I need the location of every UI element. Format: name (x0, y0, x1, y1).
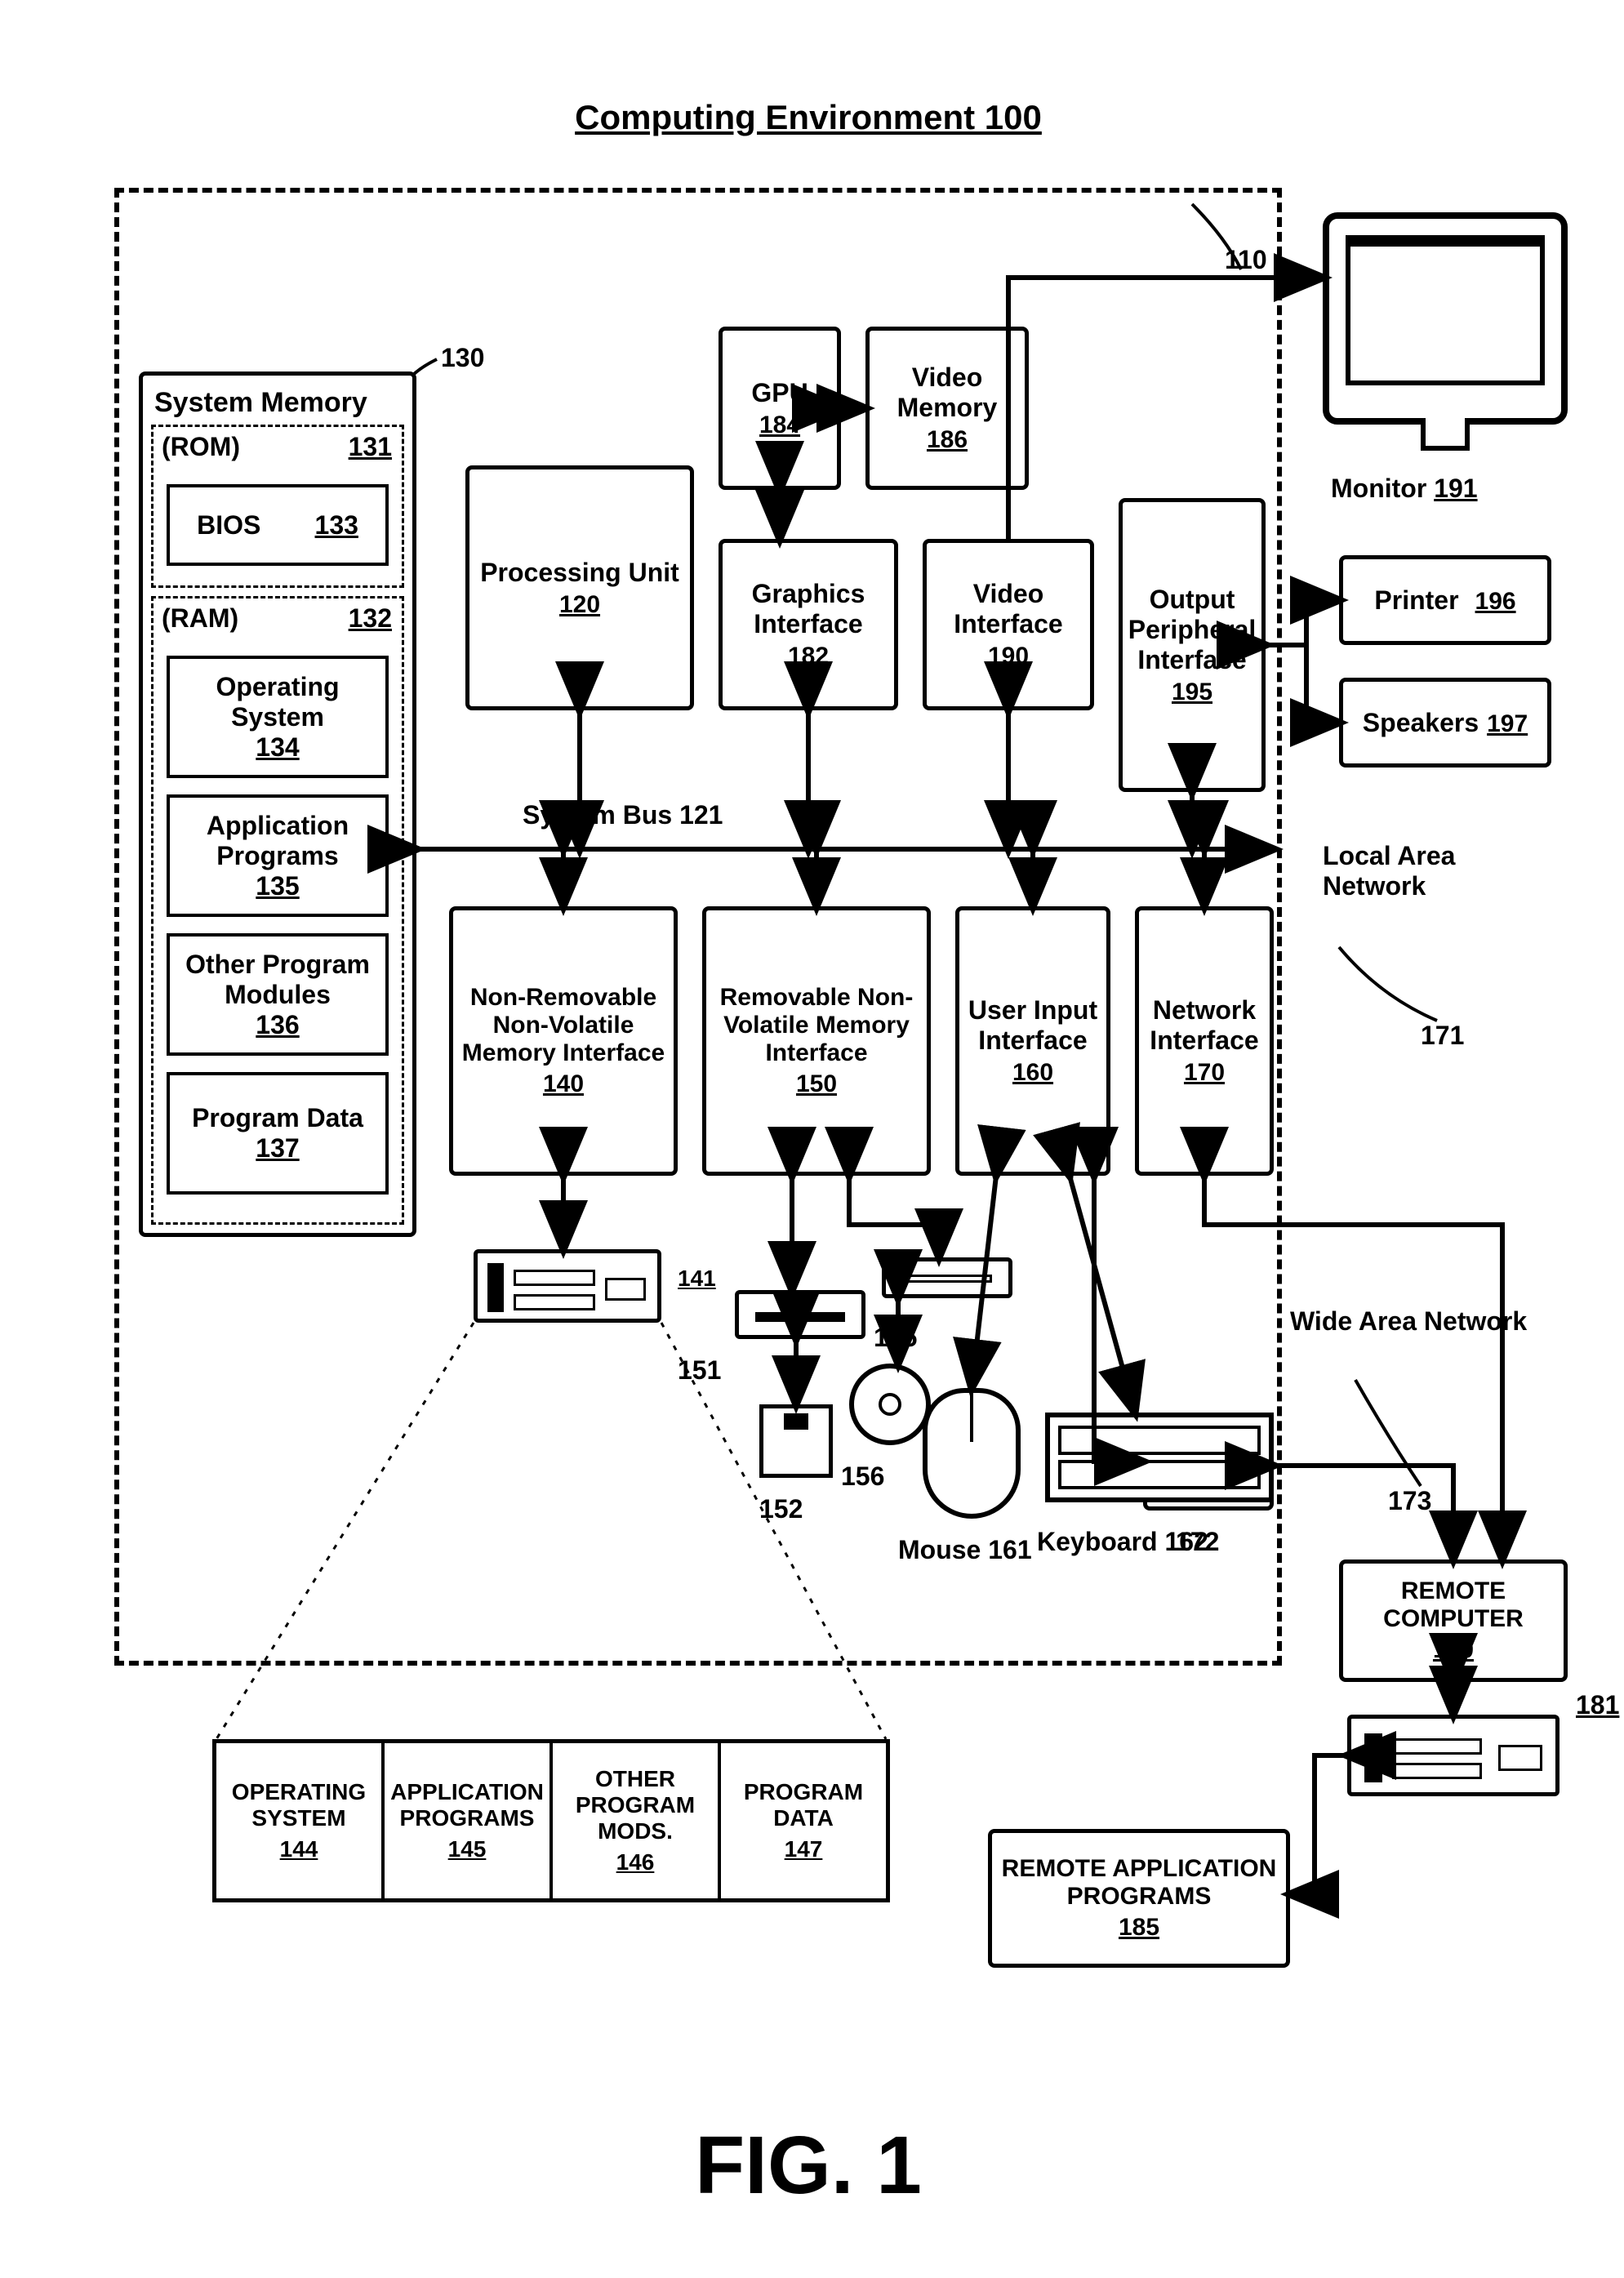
system-memory: System Memory (ROM) 131 BIOS 133 (RAM) 1… (139, 372, 416, 1237)
monitor-label: Monitor 191 (1331, 474, 1478, 504)
processing-unit: Processing Unit 120 (465, 465, 694, 710)
diagram-root: Computing Environment 100 110 System Mem… (33, 33, 1584, 2237)
lan-ref: 171 (1421, 1021, 1464, 1051)
removable-nv: Removable Non-Volatile Memory Interface … (702, 906, 931, 1176)
ram-ref: 132 (349, 603, 392, 634)
os-ref: 134 (256, 732, 299, 763)
hdd (474, 1249, 661, 1323)
hdd-apps: APPLICATION PROGRAMS 145 (385, 1743, 553, 1898)
os-label: Operating System (170, 672, 385, 732)
printer-ref: 196 (1475, 588, 1516, 616)
rom-region: (ROM) 131 BIOS 133 (151, 425, 404, 588)
video-memory: Video Memory 186 (865, 327, 1029, 490)
nonremovable-label: Non-Removable Non-Volatile Memory Interf… (460, 984, 667, 1067)
gpu-ref: 184 (759, 412, 800, 439)
hdd-contents: OPERATING SYSTEM 144 APPLICATION PROGRAM… (212, 1739, 890, 1902)
user-input-interface: User Input Interface 160 (955, 906, 1110, 1176)
monitor-icon (1323, 212, 1568, 425)
remote-apps-label: REMOTE APPLICATION PROGRAMS (999, 1855, 1279, 1911)
floppy-drive-ref: 151 (678, 1355, 721, 1386)
keyboard-icon (1045, 1413, 1274, 1502)
video-interface: Video Interface 190 (923, 539, 1094, 710)
opi-ref: 195 (1172, 679, 1212, 706)
keyboard-label: Keyboard 162 (1037, 1527, 1208, 1557)
remote-hw (1347, 1715, 1559, 1796)
net-label: Network Interface (1146, 995, 1263, 1056)
hdd-ref: 141 (678, 1266, 716, 1292)
remote-computer-label: REMOTE COMPUTER (1350, 1577, 1557, 1633)
floppy-disk-ref: 152 (759, 1494, 803, 1524)
disc-ref: 156 (841, 1462, 884, 1492)
printer: Printer 196 (1339, 555, 1551, 645)
mouse-label: Mouse 161 (898, 1535, 1032, 1565)
figure-caption: FIG. 1 (695, 2119, 922, 2213)
optical-drive (882, 1257, 1012, 1298)
hdd-mods: OTHER PROGRAM MODS. 146 (553, 1743, 721, 1898)
graphics-interface-ref: 182 (788, 643, 829, 670)
mods-box: Other Program Modules 136 (167, 933, 389, 1056)
remote-computer-ref: 180 (1433, 1636, 1474, 1664)
uii-ref: 160 (1012, 1059, 1053, 1087)
removable-ref: 150 (796, 1070, 837, 1098)
output-peripheral-interface: Output Peripheral Interface 195 (1119, 498, 1266, 792)
mods-ref: 136 (256, 1010, 299, 1040)
graphics-interface-label: Graphics Interface (729, 579, 888, 639)
mouse-icon (923, 1388, 1021, 1519)
os-box: Operating System 134 (167, 656, 389, 778)
apps-box: Application Programs 135 (167, 794, 389, 917)
processing-unit-label: Processing Unit (480, 558, 679, 588)
data-ref: 137 (256, 1133, 299, 1163)
printer-label: Printer (1374, 585, 1458, 616)
remote-hw-ref: 181 (1576, 1690, 1619, 1720)
data-box: Program Data 137 (167, 1072, 389, 1195)
speakers: Speakers 197 (1339, 678, 1551, 767)
hdd-data: PROGRAM DATA 147 (721, 1743, 886, 1898)
optical-drive-ref: 155 (874, 1323, 917, 1353)
uii-label: User Input Interface (966, 995, 1100, 1056)
apps-label: Application Programs (170, 811, 385, 871)
gpu-label: GPU (751, 378, 808, 408)
sysmem-ref: 130 (441, 343, 484, 373)
hdd-os: OPERATING SYSTEM 144 (216, 1743, 385, 1898)
video-memory-label: Video Memory (876, 363, 1018, 423)
video-memory-ref: 186 (927, 426, 968, 454)
cd-icon (849, 1364, 931, 1445)
opi-label: Output Peripheral Interface (1128, 585, 1257, 675)
speakers-ref: 197 (1487, 710, 1528, 738)
network-interface: Network Interface 170 (1135, 906, 1274, 1176)
system-memory-label: System Memory (154, 387, 401, 419)
speakers-label: Speakers (1363, 708, 1479, 738)
mods-label: Other Program Modules (170, 950, 385, 1010)
floppy-drive (735, 1290, 865, 1339)
bios-label: BIOS (197, 510, 260, 541)
bios-ref: 133 (315, 510, 358, 541)
remote-apps-ref: 185 (1119, 1914, 1159, 1942)
video-interface-ref: 190 (988, 643, 1029, 670)
rom-label: (ROM) (162, 432, 240, 462)
wan-label: Wide Area Network (1290, 1306, 1551, 1337)
wan-ref: 173 (1388, 1486, 1431, 1516)
removable-label: Removable Non-Volatile Memory Interface (713, 984, 920, 1067)
remote-computer: REMOTE COMPUTER 180 (1339, 1559, 1568, 1682)
diagram-title: Computing Environment 100 (575, 98, 1042, 137)
processing-unit-ref: 120 (559, 591, 600, 619)
nonremovable-ref: 140 (543, 1070, 584, 1098)
net-ref: 170 (1184, 1059, 1225, 1087)
system-bus-label: System Bus 121 (523, 800, 723, 830)
apps-ref: 135 (256, 871, 299, 901)
ram-region: (RAM) 132 Operating System 134 Applicati… (151, 596, 404, 1225)
rom-ref: 131 (349, 432, 392, 462)
data-label: Program Data (192, 1103, 363, 1133)
graphics-interface: Graphics Interface 182 (719, 539, 898, 710)
video-interface-label: Video Interface (933, 579, 1083, 639)
remote-apps: REMOTE APPLICATION PROGRAMS 185 (988, 1829, 1290, 1968)
gpu: GPU 184 (719, 327, 841, 490)
nonremovable-nv: Non-Removable Non-Volatile Memory Interf… (449, 906, 678, 1176)
lan-label: Local Area Network (1323, 841, 1535, 901)
bios-box: BIOS 133 (167, 484, 389, 566)
ram-label: (RAM) (162, 603, 238, 634)
floppy-disk-icon (759, 1404, 833, 1478)
